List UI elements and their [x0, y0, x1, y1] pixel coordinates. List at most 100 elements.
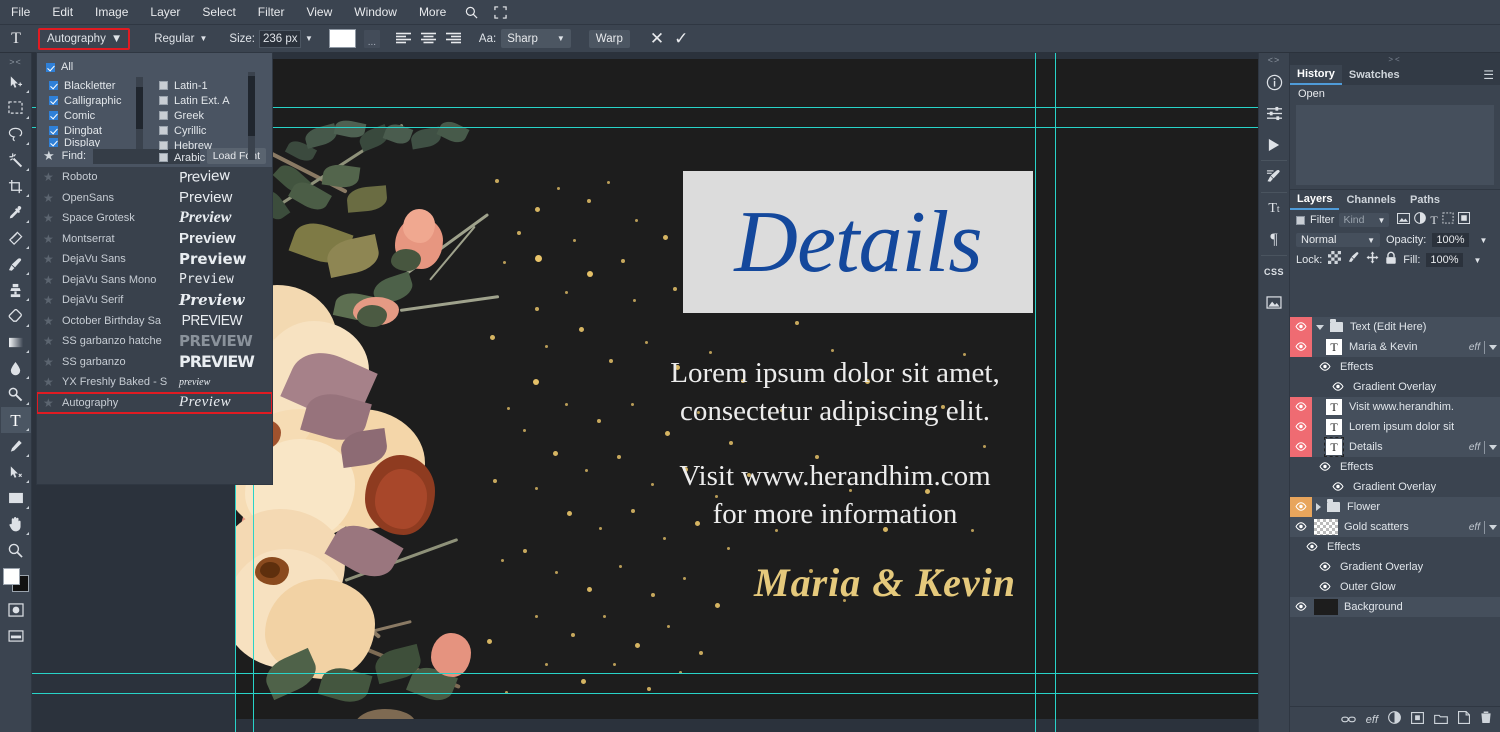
tab-channels[interactable]: Channels	[1339, 190, 1403, 210]
character-icon[interactable]: Tt	[1259, 193, 1289, 224]
crop-tool[interactable]	[1, 173, 31, 199]
font-list-item[interactable]: ★ Space Grotesk Preview	[37, 208, 272, 229]
tools-collapse-handle[interactable]: ><	[9, 55, 22, 69]
checkbox-hebrew[interactable]	[159, 141, 168, 150]
layer-visibility-toggle[interactable]	[1316, 577, 1334, 597]
menu-more[interactable]: More	[408, 0, 457, 25]
healing-brush-tool[interactable]	[1, 225, 31, 251]
layer-effects-badge[interactable]: eff	[1469, 340, 1500, 354]
layer-visibility-toggle[interactable]	[1290, 517, 1312, 537]
paragraph-icon[interactable]: ¶	[1259, 224, 1289, 255]
fullscreen-icon[interactable]	[486, 5, 515, 19]
layer-visibility-toggle[interactable]	[1290, 337, 1312, 357]
layer-effect-row[interactable]: Effects	[1290, 457, 1500, 477]
category-all-row[interactable]: All	[37, 59, 272, 75]
layer-row[interactable]: T Maria & Kevin eff	[1290, 337, 1500, 357]
favorite-star-icon[interactable]: ★	[43, 211, 55, 225]
pen-tool[interactable]	[1, 433, 31, 459]
favorite-star-icon[interactable]: ★	[43, 334, 55, 348]
category-calligraphic[interactable]: Calligraphic	[49, 93, 147, 108]
brush-tool[interactable]	[1, 251, 31, 277]
layer-list[interactable]: Text (Edit Here) T Maria & Kevin eff Effects…	[1290, 317, 1500, 704]
font-picker-panel[interactable]: All Blackletter Calligraphic Comic Dingb…	[36, 52, 273, 485]
category-display[interactable]: Display	[49, 138, 147, 147]
details-text-selection[interactable]: Details	[683, 171, 1033, 313]
layer-visibility-toggle[interactable]	[1303, 537, 1321, 557]
layer-row[interactable]: T Visit www.herandhim.	[1290, 397, 1500, 417]
opacity-chevron-icon[interactable]: ▼	[1480, 236, 1488, 245]
layer-effect-row[interactable]: Effects	[1290, 537, 1500, 557]
lasso-tool[interactable]	[1, 121, 31, 147]
category-cyrillic[interactable]: Cyrillic	[159, 123, 257, 138]
layer-row[interactable]: T Lorem ipsum dolor sit	[1290, 417, 1500, 437]
shape-filter-icon[interactable]	[1442, 211, 1454, 229]
tab-swatches[interactable]: Swatches	[1342, 65, 1407, 85]
menu-image[interactable]: Image	[84, 0, 139, 25]
info-icon[interactable]	[1259, 67, 1289, 98]
favorite-star-icon[interactable]: ★	[43, 355, 55, 369]
layer-effects-badge[interactable]: eff	[1469, 440, 1500, 454]
favorite-star-icon[interactable]: ★	[43, 170, 55, 184]
category-left-scrollbar[interactable]	[136, 77, 143, 149]
layer-effect-row[interactable]: Gradient Overlay	[1290, 377, 1500, 397]
layer-effect-row[interactable]: Outer Glow	[1290, 577, 1500, 597]
text-layer-thumbnail[interactable]: T	[1324, 437, 1344, 457]
text-color-swatch[interactable]	[328, 29, 356, 48]
lock-pixels-icon[interactable]	[1347, 251, 1360, 269]
menu-layer[interactable]: Layer	[139, 0, 191, 25]
new-layer-icon[interactable]	[1458, 710, 1470, 729]
font-size-chevron-icon[interactable]: ▼	[305, 34, 313, 43]
layer-visibility-toggle[interactable]	[1329, 477, 1347, 497]
layer-visibility-toggle[interactable]	[1290, 317, 1312, 337]
clone-stamp-tool[interactable]	[1, 277, 31, 303]
tab-layers[interactable]: Layers	[1290, 190, 1340, 210]
more-options-button[interactable]: ...	[363, 29, 380, 48]
layer-mask-icon[interactable]	[1411, 711, 1424, 729]
category-arabic[interactable]: Arabic	[159, 153, 257, 162]
chevron-down-icon[interactable]	[1489, 344, 1497, 350]
font-style-dropdown[interactable]: Regular ▼	[154, 33, 207, 45]
image-icon[interactable]	[1259, 287, 1289, 318]
text-layer-thumbnail[interactable]: T	[1326, 399, 1342, 415]
chevron-down-icon[interactable]	[1316, 324, 1324, 330]
chevron-right-icon[interactable]	[1316, 503, 1321, 511]
text-layer-thumbnail[interactable]: T	[1326, 419, 1342, 435]
signature-text-layer[interactable]: Maria & Kevin	[675, 559, 1095, 606]
menu-select[interactable]: Select	[191, 0, 246, 25]
checkbox-cyrillic[interactable]	[159, 126, 168, 135]
hamburger-icon[interactable]: ☰	[1483, 65, 1500, 85]
layer-thumbnail[interactable]	[1314, 519, 1338, 535]
font-list-item[interactable]: ★ DejaVu Sans Preview	[37, 249, 272, 270]
fill-value[interactable]: 100%	[1426, 253, 1463, 267]
cancel-edit-button[interactable]: ✕	[650, 29, 664, 49]
favorite-star-icon[interactable]: ★	[43, 375, 55, 389]
font-list[interactable]: ★ Roboto Preview ★ OpenSans Preview ★ Space Gro…	[37, 167, 272, 484]
category-comic[interactable]: Comic	[49, 108, 147, 123]
layer-group-row[interactable]: Text (Edit Here)	[1290, 317, 1500, 337]
path-selection-tool[interactable]	[1, 459, 31, 485]
screen-mode-toggle[interactable]	[1, 623, 31, 649]
chevron-down-icon[interactable]	[1489, 444, 1497, 450]
font-list-item[interactable]: ★ DejaVu Serif Preview	[37, 290, 272, 311]
layer-visibility-toggle[interactable]	[1316, 457, 1334, 477]
antialias-dropdown[interactable]: Sharp ▼	[501, 29, 571, 48]
checkbox-comic[interactable]	[49, 111, 58, 120]
brush-presets-icon[interactable]	[1259, 161, 1289, 192]
quick-mask-toggle[interactable]	[1, 597, 31, 623]
history-item-open[interactable]: Open	[1290, 85, 1500, 103]
smart-object-filter-icon[interactable]	[1457, 211, 1470, 229]
history-panel-grip[interactable]: ><	[1290, 53, 1500, 65]
checkbox-dingbat[interactable]	[49, 126, 58, 135]
marquee-tool[interactable]	[1, 95, 31, 121]
font-list-item[interactable]: ★ Montserrat Preview	[37, 229, 272, 250]
align-right-icon[interactable]	[444, 29, 463, 49]
lock-transparency-icon[interactable]	[1328, 251, 1342, 269]
layer-style-fx-icon[interactable]: eff	[1366, 714, 1378, 726]
favorite-star-icon[interactable]: ★	[43, 293, 55, 307]
checkbox-greek[interactable]	[159, 111, 168, 120]
blur-tool[interactable]	[1, 355, 31, 381]
align-left-icon[interactable]	[394, 29, 413, 49]
adjustments-icon[interactable]	[1259, 98, 1289, 129]
eyedropper-tool[interactable]	[1, 199, 31, 225]
layer-visibility-toggle[interactable]	[1329, 377, 1347, 397]
